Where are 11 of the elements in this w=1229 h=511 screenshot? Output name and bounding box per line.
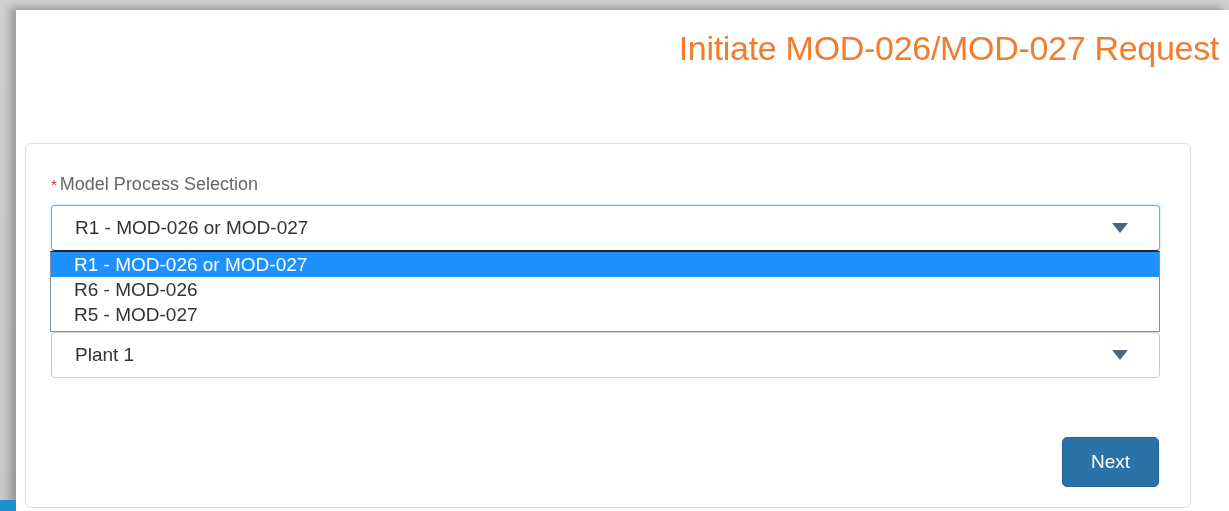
page-title: Initiate MOD-026/MOD-027 Request: [678, 28, 1219, 68]
dropdown-option[interactable]: R6 - MOD-026: [51, 277, 1159, 302]
required-mark: *: [51, 176, 57, 193]
next-button[interactable]: Next: [1062, 437, 1159, 487]
taskbar-strip: [0, 500, 16, 511]
dropdown-field[interactable]: Plant 1: [51, 332, 1160, 378]
dropdown-field[interactable]: R1 - MOD-026 or MOD-027: [51, 205, 1160, 251]
caret-icon: [1112, 223, 1128, 233]
dropdown-option[interactable]: R5 - MOD-027: [51, 302, 1159, 327]
caret-icon: [1112, 350, 1128, 360]
field-label: Model Process Selection: [59, 174, 258, 195]
